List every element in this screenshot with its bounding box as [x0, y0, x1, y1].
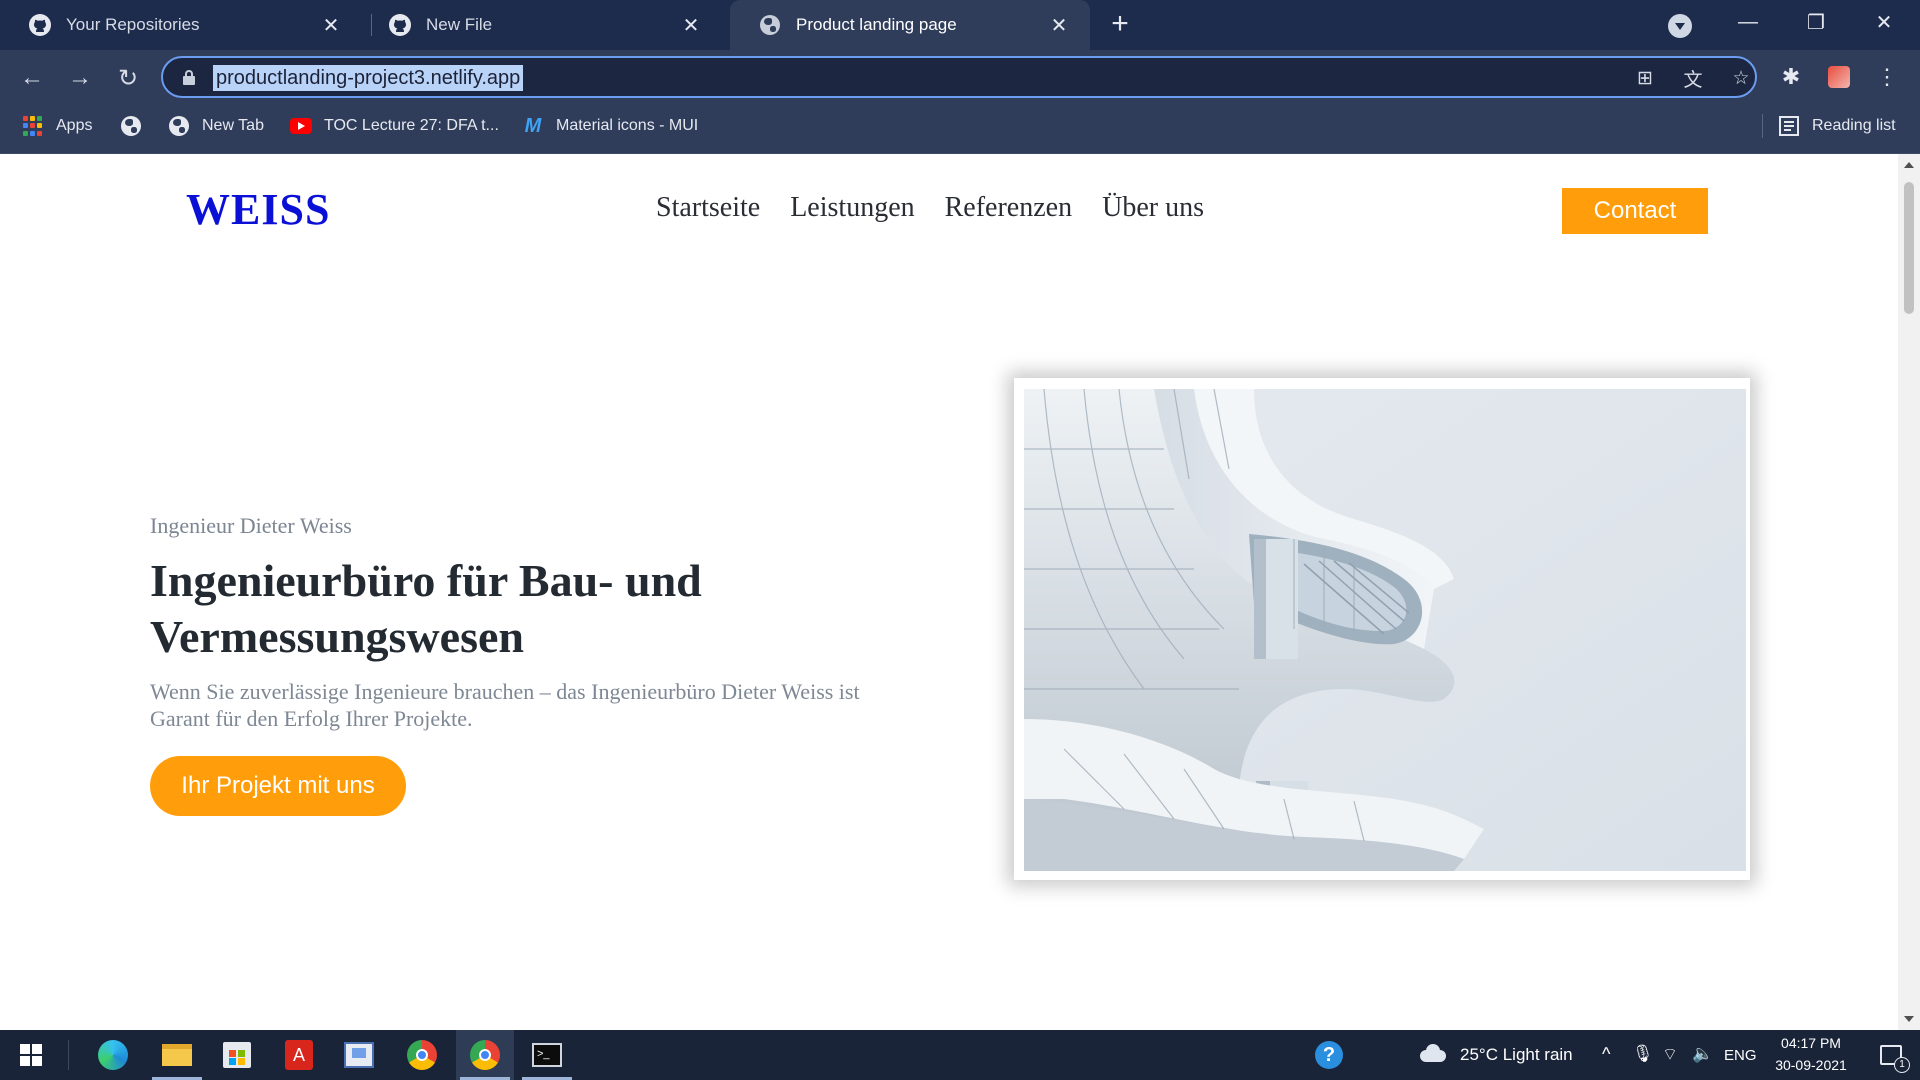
globe-icon — [168, 115, 190, 137]
globe-icon — [758, 13, 782, 37]
url-text[interactable]: productlanding-project3.netlify.app — [213, 65, 524, 91]
chrome-icon[interactable] — [393, 1030, 451, 1080]
scroll-up-arrow-icon[interactable] — [1904, 162, 1914, 168]
bookmark-label: TOC Lecture 27: DFA t... — [324, 117, 499, 134]
github-icon — [28, 13, 52, 37]
apps-grid-icon — [22, 115, 44, 137]
scroll-thumb[interactable] — [1904, 182, 1914, 314]
bookmark-label: Material icons - MUI — [556, 117, 699, 134]
site-logo[interactable]: WEISS — [186, 184, 330, 235]
tab-search-icon[interactable] — [1668, 14, 1692, 38]
bookmark-globe[interactable] — [120, 113, 154, 139]
bookmark-toc-lecture[interactable]: TOC Lecture 27: DFA t... — [290, 113, 499, 139]
bookmark-label: New Tab — [202, 117, 264, 134]
snipping-tool-icon[interactable] — [330, 1030, 388, 1080]
taskbar-divider — [68, 1040, 69, 1070]
weather-label[interactable]: 25°C Light rain — [1460, 1045, 1573, 1065]
microsoft-store-icon[interactable] — [208, 1030, 266, 1080]
restore-icon[interactable]: ❐ — [1788, 0, 1844, 44]
bookmarks-divider — [1762, 114, 1763, 138]
file-explorer-icon[interactable] — [148, 1030, 206, 1080]
speaker-icon[interactable]: 🔈 — [1692, 1044, 1713, 1064]
chevron-up-icon[interactable]: ^ — [1602, 1044, 1610, 1065]
youtube-icon — [290, 115, 312, 137]
hero-headline: Ingenieurbüro für Bau- und Vermessungswe… — [150, 555, 702, 662]
extensions-puzzle-icon[interactable]: ✱ — [1776, 62, 1806, 92]
back-arrow-icon[interactable]: ← — [16, 62, 48, 94]
contact-button[interactable]: Contact — [1562, 188, 1708, 234]
minimize-icon[interactable]: — — [1720, 0, 1776, 44]
edge-icon[interactable] — [84, 1030, 142, 1080]
close-icon[interactable]: ✕ — [678, 12, 704, 38]
close-icon[interactable]: ✕ — [318, 12, 344, 38]
help-icon[interactable]: ? — [1300, 1030, 1358, 1080]
tab-product-landing-page[interactable]: Product landing page ✕ — [730, 0, 1090, 50]
page-scrollbar[interactable] — [1898, 154, 1920, 1030]
hero-image-frame — [1014, 378, 1750, 880]
install-app-icon[interactable]: ⊞ — [1633, 66, 1657, 90]
tab-new-file[interactable]: New File ✕ — [360, 0, 722, 50]
microphone-icon[interactable]: 🎙 — [1632, 1044, 1654, 1064]
nav-item-ueber-uns[interactable]: Über uns — [1102, 192, 1204, 224]
hero-image-architecture — [1024, 389, 1746, 871]
bookmarks-bar — [0, 104, 1920, 154]
notification-count: 1 — [1894, 1057, 1910, 1073]
page-viewport: WEISS Startseite Leistungen Referenzen Ü… — [0, 154, 1898, 1030]
clock-date[interactable]: 30-09-2021 — [1768, 1057, 1854, 1073]
hero-eyebrow: Ingenieur Dieter Weiss — [150, 513, 352, 538]
bookmark-material-icons[interactable]: M Material icons - MUI — [522, 113, 699, 139]
language-indicator[interactable]: ENG — [1724, 1047, 1757, 1064]
close-window-icon[interactable]: ✕ — [1856, 0, 1912, 44]
bookmark-new-tab[interactable]: New Tab — [168, 113, 264, 139]
hero-lead: Wenn Sie zuverlässige Ingenieure brauche… — [150, 679, 860, 731]
bookmark-star-icon[interactable]: ☆ — [1729, 66, 1753, 90]
reading-list-icon — [1778, 115, 1800, 137]
cloud-rain-icon[interactable] — [1420, 1044, 1448, 1064]
nav-item-startseite[interactable]: Startseite — [656, 192, 760, 224]
tab-your-repositories[interactable]: Your Repositories ✕ — [0, 0, 362, 50]
main-nav: Startseite Leistungen Referenzen Über un… — [656, 192, 1204, 224]
notifications-icon[interactable]: 1 — [1862, 1030, 1920, 1080]
tab-title: New File — [426, 15, 493, 34]
scroll-down-arrow-icon[interactable] — [1904, 1016, 1914, 1022]
windows-start-icon[interactable] — [2, 1030, 60, 1080]
address-bar[interactable]: productlanding-project3.netlify.app ⊞ 文 … — [161, 56, 1757, 98]
bookmark-label: Apps — [56, 117, 93, 134]
hero-cta-button[interactable]: Ihr Projekt mit uns — [150, 756, 406, 816]
chrome-profile-icon[interactable] — [456, 1030, 514, 1080]
lock-icon — [183, 70, 195, 85]
bookmark-apps[interactable]: Apps — [22, 113, 92, 139]
menu-kebab-icon[interactable]: ⋮ — [1872, 62, 1902, 92]
forward-arrow-icon[interactable]: → — [64, 62, 96, 94]
close-icon[interactable]: ✕ — [1046, 12, 1072, 38]
nav-item-referenzen[interactable]: Referenzen — [945, 192, 1072, 224]
mui-logo-icon: M — [524, 114, 542, 137]
wifi-icon[interactable]: ⌔ — [1662, 1044, 1678, 1065]
bookmark-label: Reading list — [1812, 117, 1896, 134]
terminal-icon[interactable]: >_ — [518, 1030, 576, 1080]
github-icon — [388, 13, 412, 37]
acrobat-reader-icon[interactable]: A — [270, 1030, 328, 1080]
tab-title: Product landing page — [796, 15, 957, 34]
reading-list-button[interactable]: Reading list — [1778, 113, 1896, 139]
translate-icon[interactable]: 文 — [1681, 66, 1705, 91]
profile-avatar-icon[interactable] — [1824, 62, 1854, 92]
globe-icon — [120, 115, 142, 137]
new-tab-plus-icon[interactable]: + — [1105, 9, 1135, 40]
nav-item-leistungen[interactable]: Leistungen — [790, 192, 914, 224]
clock-time[interactable]: 04:17 PM — [1776, 1035, 1846, 1051]
reload-icon[interactable]: ↻ — [112, 62, 144, 94]
tab-title: Your Repositories — [66, 15, 200, 34]
